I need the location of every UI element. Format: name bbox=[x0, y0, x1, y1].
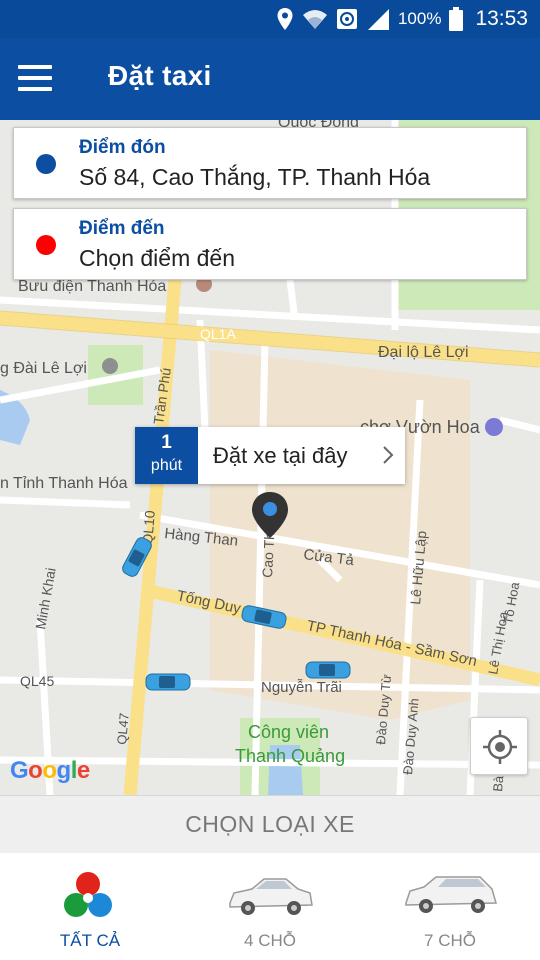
map-label-nguyen-trai: Nguyễn Trãi bbox=[261, 679, 342, 696]
car-7-seat-icon bbox=[405, 876, 497, 913]
my-location-button[interactable] bbox=[470, 717, 528, 775]
shopping-icon bbox=[485, 418, 503, 436]
book-here-button[interactable]: 1 phút Đặt xe tại đây bbox=[135, 427, 405, 484]
my-location-icon bbox=[483, 730, 517, 764]
map-label-den-dai-le-loi: g Đài Lê Lợi bbox=[0, 360, 87, 377]
eta-unit: phút bbox=[150, 457, 183, 474]
map-label-thanh-quang: Thanh Quảng bbox=[235, 746, 345, 766]
tab-all-label: TẤT CẢ bbox=[59, 931, 121, 950]
eta-badge: 1 phút bbox=[135, 427, 198, 484]
destination-label: Điểm đến bbox=[79, 218, 165, 239]
choose-vehicle-header: CHỌN LOẠI XE bbox=[0, 795, 540, 853]
map-label-ba: Bà bbox=[490, 774, 506, 792]
tab-7-seat-label: 7 CHỖ bbox=[424, 931, 476, 950]
destination-placeholder: Chọn điểm đến bbox=[79, 245, 235, 271]
map-label-dai-lo-le-loi: Đại lộ Lê Lợi bbox=[378, 344, 469, 361]
taxi-car-icon bbox=[305, 661, 351, 679]
eta-value: 1 bbox=[161, 432, 172, 453]
chevron-right-icon bbox=[383, 446, 394, 464]
page-title: Đặt taxi bbox=[108, 60, 212, 91]
sync-icon bbox=[336, 9, 357, 29]
map-label-cao-thang: Cao Th bbox=[259, 532, 277, 578]
app-bar: Đặt taxi bbox=[0, 38, 540, 120]
car-4-seat-icon bbox=[229, 878, 313, 915]
tab-all-vehicles[interactable]: TẤT CẢ bbox=[0, 853, 180, 960]
pickup-address: Số 84, Cao Thắng, TP. Thanh Hóa bbox=[79, 164, 431, 190]
monument-icon bbox=[102, 358, 118, 374]
tab-4-seat-label: 4 CHỖ bbox=[244, 931, 296, 950]
battery-icon bbox=[449, 7, 464, 31]
tab-7-seat[interactable]: 7 CHỖ bbox=[360, 853, 540, 960]
map-label-cong-vien: Công viên bbox=[248, 722, 329, 742]
map-label-tinh-thanh-hoa: n Tỉnh Thanh Hóa bbox=[0, 475, 128, 492]
all-vehicles-icon bbox=[64, 872, 112, 917]
destination-field[interactable]: Điểm đến Chọn điểm đến bbox=[13, 208, 527, 280]
map-label-ql45: QL45 bbox=[20, 673, 54, 689]
choose-vehicle-label: CHỌN LOẠI XE bbox=[185, 811, 355, 837]
status-time: 13:53 bbox=[475, 7, 528, 30]
pickup-dot-icon bbox=[36, 154, 56, 174]
taxi-car-icon bbox=[145, 673, 191, 691]
destination-dot-icon bbox=[36, 235, 56, 255]
vehicle-tabs: TẤT CẢ 4 CHỖ 7 CHỖ bbox=[0, 853, 540, 960]
battery-percent: 100% bbox=[397, 9, 442, 28]
location-icon bbox=[277, 8, 293, 30]
status-bar: 100% 13:53 bbox=[0, 0, 540, 38]
map-label-buu-dien: Bưu điện Thanh Hóa bbox=[18, 278, 166, 295]
book-here-label: Đặt xe tại đây bbox=[213, 443, 348, 468]
wifi-icon bbox=[302, 10, 327, 29]
signal-icon bbox=[367, 9, 389, 30]
tab-4-seat[interactable]: 4 CHỖ bbox=[180, 853, 360, 960]
map-label-ql1a: QL1A bbox=[200, 326, 236, 342]
map-label-ql47: QL47 bbox=[114, 712, 132, 745]
pickup-label: Điểm đón bbox=[79, 137, 166, 158]
pickup-field[interactable]: Điểm đón Số 84, Cao Thắng, TP. Thanh Hóa bbox=[13, 127, 527, 199]
google-logo: Google bbox=[10, 757, 90, 784]
hamburger-menu-icon[interactable] bbox=[18, 65, 54, 93]
